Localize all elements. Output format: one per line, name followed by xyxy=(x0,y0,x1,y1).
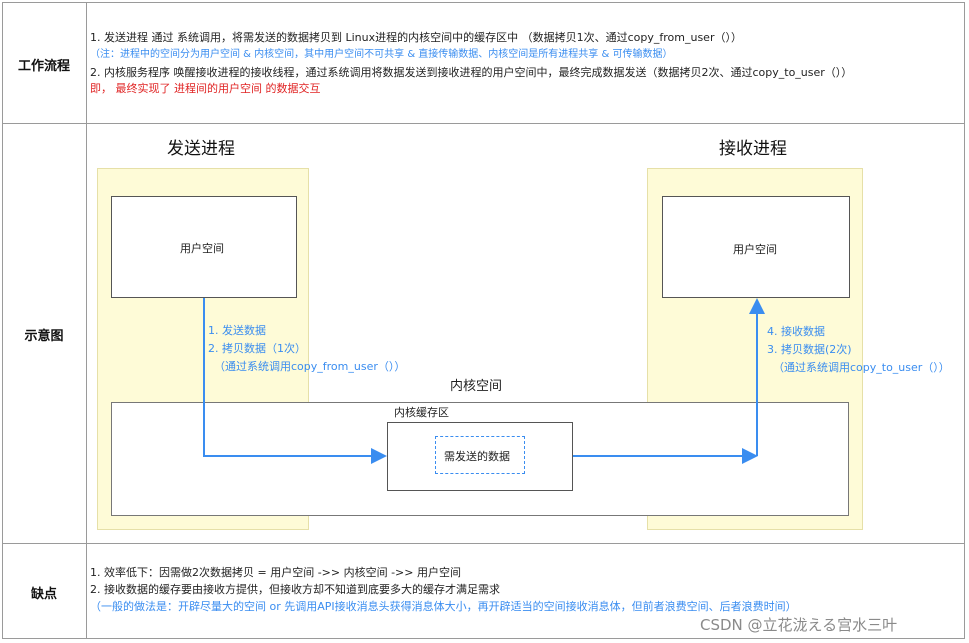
drawback-2: 2. 接收数据的缓存要由接收方提供，但接收方却不知道到底要多大的缓存才满足需求 xyxy=(90,583,500,596)
drawback-note: （一般的做法是：开辟尽量大的空间 or 先调用API接收消息头获得消息体大小，再… xyxy=(90,600,797,613)
send-arrow xyxy=(203,298,387,464)
flow-arrows xyxy=(203,298,765,464)
drawback-1: 1. 效率低下：因需做2次数据拷贝 = 用户空间 ->> 内核空间 ->> 用户… xyxy=(90,566,461,579)
watermark: CSDN @立花泷える宫水三叶 xyxy=(700,616,898,634)
